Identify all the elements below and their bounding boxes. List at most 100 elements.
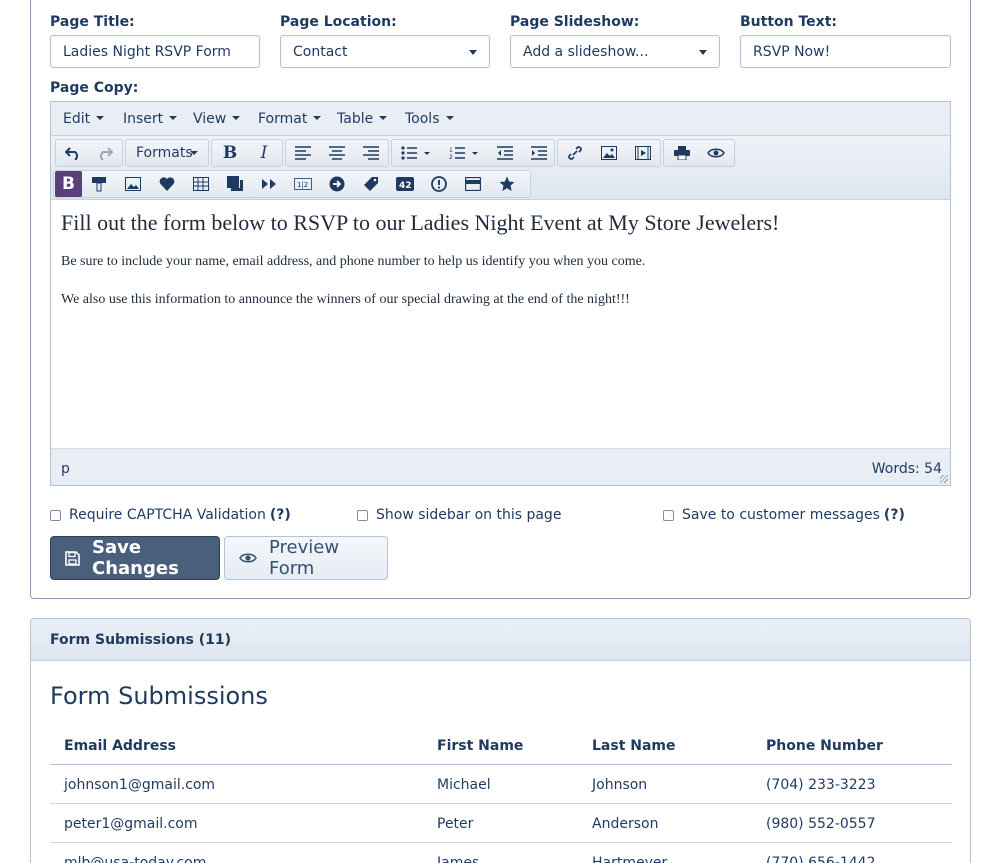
table-row[interactable]: peter1@gmail.com Peter Anderson (980) 55…	[50, 804, 952, 843]
phone-cell: (770) 656-1442	[766, 855, 876, 863]
submissions-panel-heading-text: Form Submissions (11)	[50, 632, 231, 648]
forward-icon[interactable]	[254, 171, 284, 197]
word-count: Words: 54	[871, 461, 942, 477]
button-text-label: Button Text:	[740, 14, 837, 30]
fraction-icon[interactable]: 1|2	[288, 171, 318, 197]
arrow-circle-icon[interactable]	[322, 171, 352, 197]
number-badge-icon[interactable]: 42	[390, 171, 420, 197]
last-name-cell: Anderson	[592, 816, 659, 832]
eye-icon	[239, 552, 257, 564]
table-header-row: Email Address First Name Last Name Phone…	[50, 727, 952, 765]
alert-icon[interactable]	[424, 171, 454, 197]
menu-table[interactable]: Table	[337, 111, 388, 127]
save-messages-help-link[interactable]: (?)	[884, 507, 905, 523]
chevron-down-icon	[699, 50, 707, 55]
print-icon[interactable]	[667, 140, 697, 166]
sidebar-option[interactable]: Show sidebar on this page	[357, 507, 561, 523]
align-right-icon[interactable]	[356, 140, 386, 166]
email-cell: johnson1@gmail.com	[64, 777, 216, 793]
submissions-title: Form Submissions	[50, 682, 268, 710]
last-name-cell: Hartmeyer	[592, 855, 668, 863]
media-icon[interactable]	[628, 140, 658, 166]
menu-edit-label: Edit	[63, 111, 91, 127]
table-icon[interactable]	[186, 171, 216, 197]
menu-format[interactable]: Format	[258, 111, 322, 127]
save-messages-option[interactable]: Save to customer messages (?)	[663, 507, 905, 523]
svg-text:1: 1	[449, 147, 453, 154]
align-center-icon[interactable]	[322, 140, 352, 166]
chevron-down-icon	[190, 151, 198, 155]
menu-table-label: Table	[337, 111, 374, 127]
sidebar-checkbox[interactable]	[357, 509, 368, 521]
submissions-table: Email Address First Name Last Name Phone…	[50, 727, 952, 863]
captcha-checkbox[interactable]	[50, 509, 61, 521]
page-location-select[interactable]: Contact	[280, 35, 490, 68]
last-name-cell: Johnson	[592, 777, 648, 793]
button-text-input[interactable]: RSVP Now!	[740, 35, 951, 68]
alignment-group	[285, 139, 389, 167]
menu-insert-label: Insert	[123, 111, 164, 127]
bullet-list-icon[interactable]	[396, 140, 436, 166]
resize-handle-icon[interactable]	[940, 475, 948, 483]
italic-icon[interactable]: I	[249, 140, 279, 166]
column-header-first-name[interactable]: First Name	[437, 738, 523, 754]
menu-view[interactable]: View	[193, 111, 241, 127]
link-icon[interactable]	[560, 140, 590, 166]
captcha-help-link[interactable]: (?)	[270, 507, 291, 523]
chevron-down-icon	[379, 116, 388, 120]
image-icon[interactable]	[594, 140, 624, 166]
page-title-input[interactable]: Ladies Night RSVP Form	[50, 35, 260, 68]
menu-insert[interactable]: Insert	[123, 111, 178, 127]
menu-tools[interactable]: Tools	[405, 111, 454, 127]
editor-statusbar: p Words: 54	[51, 448, 950, 485]
svg-text:2: 2	[449, 154, 453, 160]
format-painter-icon[interactable]	[84, 171, 114, 197]
bold-icon[interactable]: B	[215, 140, 245, 166]
heart-icon[interactable]	[152, 171, 182, 197]
card-icon[interactable]	[458, 171, 488, 197]
indent-icon[interactable]	[524, 140, 554, 166]
template-icon[interactable]	[220, 171, 250, 197]
formats-dropdown[interactable]: Formats	[125, 139, 209, 167]
save-changes-button[interactable]: Save Changes	[50, 536, 220, 580]
image-gallery-icon[interactable]	[118, 171, 148, 197]
menu-format-label: Format	[258, 111, 308, 127]
chevron-down-icon	[96, 116, 105, 120]
column-header-phone[interactable]: Phone Number	[766, 738, 883, 754]
extra-tools-group: B 1|2 42	[53, 170, 531, 198]
outdent-icon[interactable]	[490, 140, 520, 166]
column-header-last-name[interactable]: Last Name	[592, 738, 676, 754]
chevron-down-icon	[313, 116, 322, 120]
history-group	[55, 139, 123, 167]
page-location-value: Contact	[293, 44, 348, 60]
numbered-list-icon[interactable]: 12	[444, 140, 484, 166]
page-slideshow-select[interactable]: Add a slideshow...	[510, 35, 720, 68]
phone-cell: (980) 552-0557	[766, 816, 876, 832]
save-messages-checkbox[interactable]	[663, 509, 674, 521]
chevron-down-icon	[169, 116, 178, 120]
star-icon[interactable]	[492, 171, 522, 197]
floppy-disk-icon	[65, 550, 80, 566]
align-left-icon[interactable]	[288, 140, 318, 166]
editor-content[interactable]: Fill out the form below to RSVP to our L…	[51, 200, 950, 448]
undo-icon[interactable]	[58, 140, 88, 166]
redo-icon[interactable]	[90, 140, 120, 166]
save-messages-label: Save to customer messages	[682, 507, 880, 523]
table-row[interactable]: mlb@usa-today.com James Hartmeyer (770) …	[50, 843, 952, 863]
chevron-down-icon	[469, 50, 477, 55]
table-row[interactable]: johnson1@gmail.com Michael Johnson (704)…	[50, 765, 952, 804]
menu-tools-label: Tools	[405, 111, 440, 127]
text-style-group: B I	[211, 139, 283, 167]
preview-form-button[interactable]: Preview Form	[224, 536, 388, 580]
captcha-option[interactable]: Require CAPTCHA Validation (?)	[50, 507, 291, 523]
preview-form-label: Preview Form	[269, 537, 340, 579]
page-title-label: Page Title:	[50, 14, 135, 30]
element-path[interactable]: p	[61, 461, 70, 477]
page-slideshow-label: Page Slideshow:	[510, 14, 640, 30]
preview-eye-icon[interactable]	[701, 140, 731, 166]
tag-icon[interactable]	[356, 171, 386, 197]
page-slideshow-value: Add a slideshow...	[523, 44, 649, 60]
bold-style-icon[interactable]: B	[55, 171, 82, 197]
column-header-email[interactable]: Email Address	[64, 738, 176, 754]
menu-edit[interactable]: Edit	[63, 111, 105, 127]
